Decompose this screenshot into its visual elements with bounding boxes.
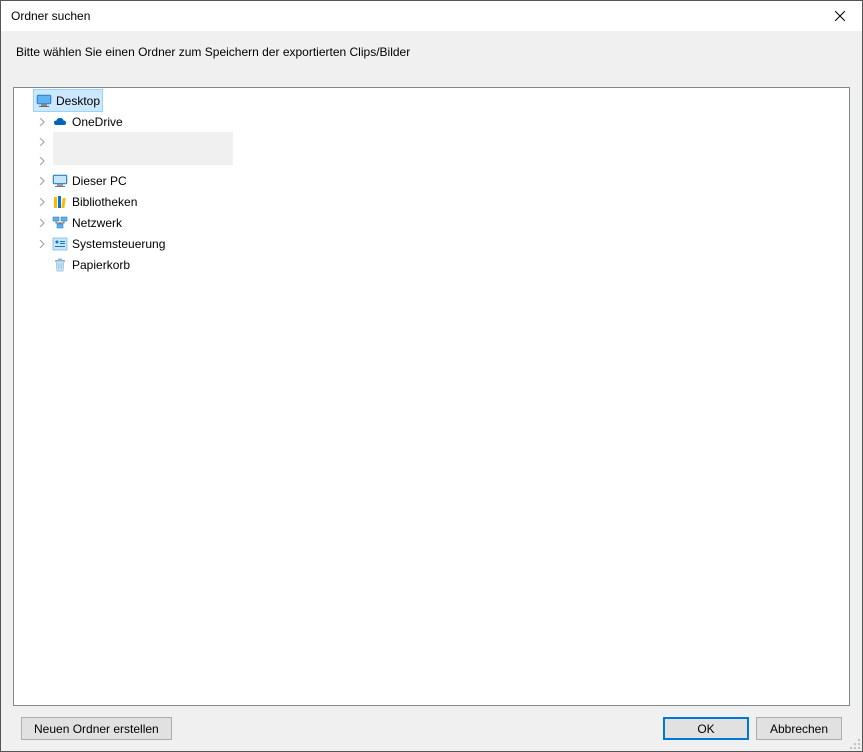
recyclebin-icon	[52, 257, 68, 273]
expand-icon	[34, 257, 50, 273]
thispc-icon	[52, 173, 68, 189]
folder-tree: Desktop OneDrive Dieser PC Bibliotheken Netz…	[14, 89, 849, 276]
tree-item-label: Papierkorb	[72, 258, 130, 272]
resize-grip-icon[interactable]	[849, 738, 861, 750]
expand-icon[interactable]	[34, 215, 50, 231]
button-bar: Neuen Ordner erstellen OK Abbrechen	[13, 706, 850, 751]
expand-icon[interactable]	[34, 134, 50, 150]
expand-icon[interactable]	[34, 153, 50, 169]
cancel-button[interactable]: Abbrechen	[756, 717, 842, 740]
expand-icon	[18, 93, 34, 109]
close-icon	[835, 11, 845, 21]
onedrive-icon	[52, 114, 68, 130]
tree-item[interactable]: Desktop	[14, 90, 849, 111]
close-button[interactable]	[817, 1, 862, 31]
expand-icon[interactable]	[34, 194, 50, 210]
expand-icon[interactable]	[34, 173, 50, 189]
redacted-area	[53, 132, 233, 165]
tree-item-label: Netzwerk	[72, 216, 122, 230]
expand-icon[interactable]	[34, 236, 50, 252]
window-title: Ordner suchen	[11, 9, 90, 23]
tree-item[interactable]: Papierkorb	[14, 254, 849, 275]
tree-item-label: OneDrive	[72, 115, 123, 129]
desktop-icon	[36, 93, 52, 109]
dialog-content: Bitte wählen Sie einen Ordner zum Speich…	[1, 31, 862, 751]
libraries-icon	[52, 194, 68, 210]
tree-item[interactable]: Netzwerk	[14, 212, 849, 233]
tree-item-label: Dieser PC	[72, 174, 127, 188]
button-group: OK Abbrechen	[663, 717, 842, 740]
instruction-text: Bitte wählen Sie einen Ordner zum Speich…	[13, 45, 850, 59]
titlebar: Ordner suchen	[1, 1, 862, 31]
ok-button[interactable]: OK	[663, 717, 749, 740]
tree-item[interactable]: OneDrive	[14, 111, 849, 132]
tree-item-label: Bibliotheken	[72, 195, 137, 209]
tree-item-label: Systemsteuerung	[72, 237, 165, 251]
tree-item[interactable]: Dieser PC	[14, 170, 849, 191]
tree-item[interactable]: Bibliotheken	[14, 191, 849, 212]
expand-icon[interactable]	[34, 114, 50, 130]
tree-item-redacted[interactable]	[14, 132, 849, 170]
tree-item-label: Desktop	[56, 94, 100, 108]
new-folder-button[interactable]: Neuen Ordner erstellen	[21, 717, 172, 740]
controlpanel-icon	[52, 236, 68, 252]
network-icon	[52, 215, 68, 231]
folder-tree-container[interactable]: Desktop OneDrive Dieser PC Bibliotheken Netz…	[13, 87, 850, 706]
tree-item[interactable]: Systemsteuerung	[14, 233, 849, 254]
